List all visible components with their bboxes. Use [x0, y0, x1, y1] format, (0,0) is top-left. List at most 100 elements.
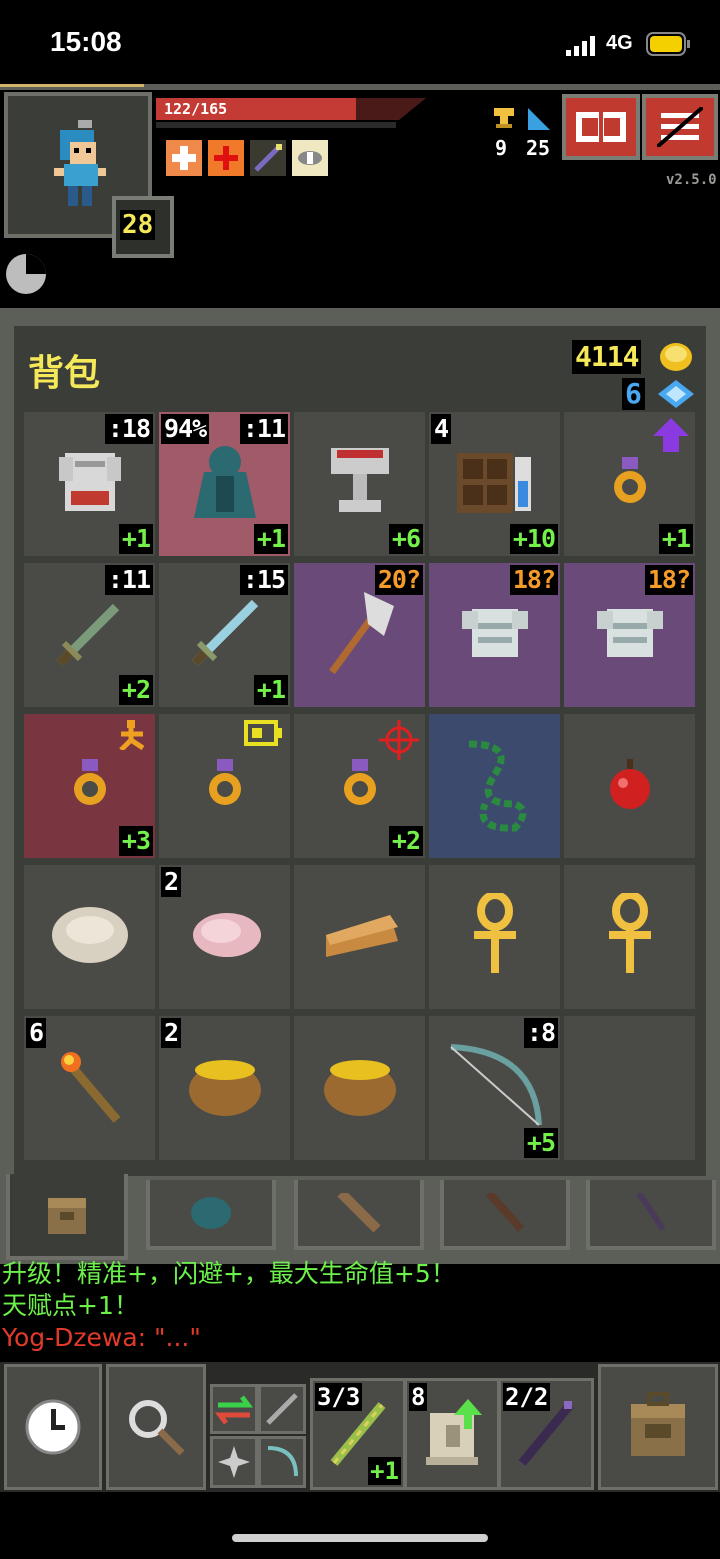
slot-chain[interactable]: [429, 714, 560, 858]
meat-icon: [185, 905, 265, 969]
quickslot-2[interactable]: 8: [404, 1378, 500, 1490]
item-upgrade-level: +3: [118, 826, 153, 856]
item-durability: :8: [523, 1018, 558, 1048]
item-unknown-level: 18?: [644, 565, 693, 595]
journal-icon: [494, 108, 514, 134]
sword-icon: [185, 593, 265, 677]
bag-tab-scroll-holder[interactable]: [294, 1180, 424, 1250]
search-button[interactable]: [106, 1364, 206, 1490]
search-icon: [129, 1400, 185, 1456]
quickslot-count: 8: [409, 1383, 428, 1411]
wait-button[interactable]: [4, 1364, 102, 1490]
backpack-icon: [631, 1392, 685, 1456]
item-durability: :11: [239, 414, 288, 444]
slot-pie[interactable]: [294, 865, 425, 1009]
ring-icon: [203, 757, 247, 815]
slot-apple[interactable]: [564, 714, 695, 858]
slot-axe[interactable]: 20?: [294, 563, 425, 707]
slot-spellbook[interactable]: 4 +10: [429, 412, 560, 556]
slot-chalice[interactable]: +6: [294, 412, 425, 556]
quickslot-1[interactable]: 3/3 +1: [310, 1378, 406, 1490]
bag-tab-seed-pouch[interactable]: [146, 1180, 276, 1250]
pouch-icon: [191, 1197, 231, 1229]
slot-honey-pot[interactable]: 2: [159, 1016, 290, 1160]
item-quantity: 94%: [161, 414, 210, 444]
quickslot-upgrade: +1: [368, 1457, 401, 1485]
status-time: 15:08: [50, 26, 122, 57]
axe-icon: [320, 588, 400, 682]
item-upgrade-level: +1: [118, 524, 153, 554]
item-upgrade-level: +5: [523, 1128, 558, 1158]
item-unknown-level: 18?: [509, 565, 558, 595]
network-type: 4G: [606, 32, 633, 54]
floor-value: 25: [526, 136, 551, 160]
battery-status-icon: [646, 32, 692, 60]
menu-button[interactable]: [642, 94, 718, 160]
busy-indicator-icon: [4, 252, 48, 300]
depth-value: 9: [495, 136, 508, 160]
quickslot-dart[interactable]: [258, 1384, 306, 1434]
slot-short-sword[interactable]: :11 +2: [24, 563, 155, 707]
plate-armor-icon: [55, 447, 125, 521]
inventory-grid: :18 +1 94%:11 +1 +6 4 +10 +1:11 +2:15 +1 20? 18? 18?…: [24, 412, 698, 1164]
item-upgrade-level: +6: [388, 524, 423, 554]
slot-sword[interactable]: :15 +1: [159, 563, 290, 707]
bag-tab-backpack[interactable]: [6, 1174, 128, 1260]
bag-tab-wand-holster[interactable]: [586, 1180, 716, 1250]
bandolier-icon: [486, 1193, 524, 1232]
slot-ankh-2[interactable]: [564, 865, 695, 1009]
hero-level-badge: 28: [112, 196, 174, 258]
short-sword-icon: [50, 593, 130, 677]
torch-icon: [55, 1046, 125, 1130]
slot-bow[interactable]: :8 +5: [429, 1016, 560, 1160]
item-durability: :11: [104, 565, 153, 595]
slot-cloak[interactable]: 94%:11 +1: [159, 412, 290, 556]
swap-quickslot-button[interactable]: [210, 1384, 258, 1434]
staff-buff-icon[interactable]: [250, 140, 286, 176]
honey-pot-icon: [320, 1054, 400, 1122]
ankh-icon: [603, 891, 657, 981]
runner-icon: [115, 720, 149, 754]
slot-ring-speed[interactable]: +3: [24, 714, 155, 858]
slot-honey-pot-2[interactable]: [294, 1016, 425, 1160]
slot-empty[interactable]: [564, 1016, 695, 1160]
inventory-button[interactable]: [598, 1364, 718, 1490]
slot-ring-accuracy[interactable]: +2: [294, 714, 425, 858]
bag-tab-potion-bandolier[interactable]: [440, 1180, 570, 1250]
slot-mail-armor-2[interactable]: 18?: [564, 563, 695, 707]
slot-stone[interactable]: [24, 865, 155, 1009]
ring-icon: [608, 455, 652, 513]
backpack-tab-icon: [48, 1198, 86, 1234]
journal-button[interactable]: [562, 94, 640, 160]
quickslot-bow-small[interactable]: [258, 1436, 306, 1488]
menu-icon: [657, 107, 703, 147]
slot-torch[interactable]: 6: [24, 1016, 155, 1160]
stone-icon: [48, 900, 132, 974]
inventory-title: 背包: [28, 353, 101, 394]
bow-icon: [445, 1041, 545, 1135]
scroll-icon: [426, 1399, 482, 1465]
quickslot-shuriken[interactable]: [210, 1436, 258, 1488]
ankh-icon: [468, 891, 522, 981]
slot-ring-upgrade[interactable]: +1: [564, 412, 695, 556]
slot-meat[interactable]: 2: [159, 865, 290, 1009]
heal-buff-icon[interactable]: [166, 140, 202, 176]
quickslot-3[interactable]: 2/2: [498, 1378, 594, 1490]
slot-ring-energy[interactable]: [159, 714, 290, 858]
item-upgrade-level: +2: [388, 826, 423, 856]
scroll-holder-icon: [337, 1193, 381, 1233]
slot-plate-armor[interactable]: :18 +1: [24, 412, 155, 556]
item-upgrade-level: +10: [509, 524, 558, 554]
eye-buff-icon[interactable]: [292, 140, 328, 176]
chain-icon: [455, 734, 535, 838]
mail-armor-icon: [595, 603, 665, 667]
item-durability: :18: [104, 414, 153, 444]
holster-icon: [636, 1193, 666, 1231]
quickslot-charges: 3/3: [315, 1383, 363, 1411]
cross-buff-icon[interactable]: [208, 140, 244, 176]
energy-count: 6: [622, 378, 645, 410]
slot-ankh-1[interactable]: [429, 865, 560, 1009]
slot-mail-armor-1[interactable]: 18?: [429, 563, 560, 707]
upgrade-arrow-icon: [653, 418, 689, 456]
clock-icon: [25, 1399, 81, 1455]
